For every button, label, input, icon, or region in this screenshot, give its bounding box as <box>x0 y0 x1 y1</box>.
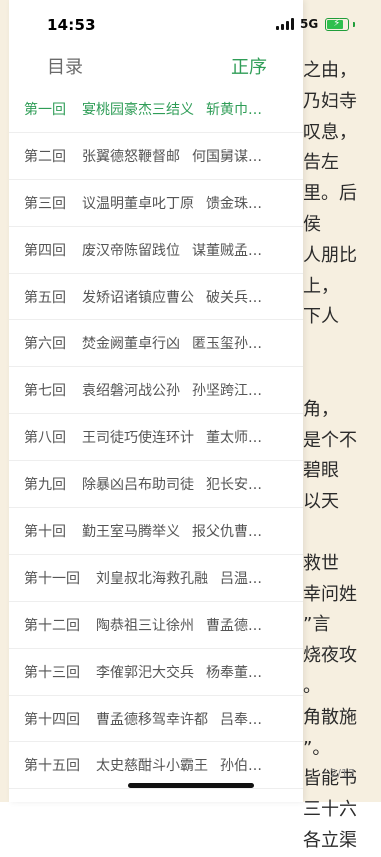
chapter-item[interactable]: 第十四回 曹孟德移驾幸许都 吕奉… <box>9 696 303 743</box>
chapter-number: 第三回 <box>24 195 66 212</box>
reader-line: ”。 <box>303 737 331 759</box>
chapter-item[interactable]: 第九回 除暴凶吕布助司徒 犯长安… <box>9 461 303 509</box>
chapter-item[interactable]: 第八回 王司徒巧使连环计 董太师… <box>9 414 303 462</box>
chapter-number: 第七回 <box>24 383 66 400</box>
chapter-number: 第十三回 <box>24 664 80 681</box>
reader-line <box>303 333 381 364</box>
sort-order-button[interactable]: 正序 <box>231 53 267 79</box>
chapter-title-first: 除暴凶吕布助司徒 <box>82 477 194 494</box>
chapter-title-second: 吕温… <box>220 570 262 587</box>
chapter-title-first: 张翼德怒鞭督邮 <box>82 148 180 165</box>
chapter-number: 第十四回 <box>24 711 80 728</box>
chapter-title-first: 太史慈酣斗小霸王 <box>96 758 208 775</box>
reader-line: 是个不 <box>303 429 357 451</box>
status-bar: 14:53 5G ⚡ <box>0 0 381 46</box>
status-icons: 5G ⚡ <box>276 16 356 32</box>
reader-line: 角散施 <box>303 706 357 728</box>
chapter-item[interactable]: 第一回 宴桃园豪杰三结义 斩黄巾… <box>9 86 303 133</box>
reader-line: 角， <box>303 398 339 420</box>
chapter-number: 第十一回 <box>24 570 80 587</box>
chapter-title-second: 斩黄巾… <box>206 101 262 118</box>
battery-icon: ⚡ <box>325 17 350 31</box>
chapter-title-second: 犯长安… <box>206 477 262 494</box>
chapter-number: 第十回 <box>24 523 66 540</box>
reader-line: 之由， <box>303 60 357 81</box>
reader-line: 各立渠 <box>303 829 357 851</box>
home-indicator <box>128 783 254 788</box>
chapter-title-second: 何国舅谋… <box>192 148 262 165</box>
toc-title: 目录 <box>47 57 83 78</box>
chapter-item[interactable]: 第四回 废汉帝陈留践位 谋董贼孟… <box>9 227 303 274</box>
reader-line: 里。后 <box>303 183 357 205</box>
reader-line: 告左 <box>303 152 339 174</box>
reader-line: 三十六 <box>303 799 357 821</box>
chapter-item[interactable]: 第二回 张翼德怒鞭督邮 何国舅谋… <box>9 133 303 180</box>
reader-line: 碧眼 <box>303 460 339 482</box>
chapter-item[interactable]: 第十回 勤王室马腾举义 报父仇曹… <box>9 508 303 555</box>
status-time: 14:53 <box>47 16 96 34</box>
reader-line: ”言 <box>303 614 331 636</box>
reader-line: 下人 <box>303 306 339 328</box>
chapter-title-first: 发矫诏诸镇应曹公 <box>82 289 194 306</box>
chapter-title-first: 袁绍磐河战公孙 <box>82 383 180 400</box>
chapter-number: 第十二回 <box>24 617 80 634</box>
chapter-item[interactable]: 第三回 议温明董卓叱丁原 馈金珠… <box>9 180 303 227</box>
chapter-title-second: 孙坚跨江… <box>192 383 262 400</box>
chapter-title-first: 议温明董卓叱丁原 <box>82 195 194 212</box>
page-indicator: 2/12 <box>330 767 355 780</box>
chapter-title-second: 杨奉董… <box>206 664 262 681</box>
chapter-title-first: 废汉帝陈留践位 <box>82 242 180 259</box>
chapter-list: 第一回 宴桃园豪杰三结义 斩黄巾… 第二回 张翼德怒鞭督邮 何国舅谋… 第三回 议温明董卓叱丁… <box>9 86 303 790</box>
chapter-item[interactable]: 第六回 焚金阙董卓行凶 匿玉玺孙… <box>9 320 303 368</box>
reader-text: 之由， 乃妇寺叹息， 告左里。后 侯人朋比上， 下人角， 是个不 碧眼 以天救世幸问姓 ”… <box>303 56 381 857</box>
chapter-title-first: 宴桃园豪杰三结义 <box>82 101 194 118</box>
toc-header: 目录 正序 <box>9 46 303 86</box>
chapter-title-second: 吕奉… <box>220 711 262 728</box>
reader-line: 烧夜攻 <box>303 645 357 667</box>
reader-line: 救世 <box>303 552 339 574</box>
reader-line: 人朋比 <box>303 244 357 266</box>
chapter-title-second: 董太师… <box>206 430 262 447</box>
chapter-number: 第二回 <box>24 148 66 165</box>
chapter-item[interactable]: 第十一回 刘皇叔北海救孔融 吕温… <box>9 555 303 602</box>
chapter-title-second: 馈金珠… <box>206 195 262 212</box>
reader-line: 以天 <box>303 491 339 513</box>
chapter-title-second: 曹孟德… <box>206 617 262 634</box>
chapter-title-first: 刘皇叔北海救孔融 <box>96 570 208 587</box>
chapter-item[interactable]: 第十二回 陶恭祖三让徐州 曹孟德… <box>9 602 303 649</box>
network-type: 5G <box>300 17 319 31</box>
signal-icon <box>276 18 294 30</box>
chapter-item[interactable]: 第七回 袁绍磐河战公孙 孙坚跨江… <box>9 367 303 415</box>
chapter-title-second: 孙伯… <box>220 758 262 775</box>
chapter-item[interactable]: 第五回 发矫诏诸镇应曹公 破关兵… <box>9 274 303 321</box>
reader-line: 。 <box>303 675 321 697</box>
chapter-number: 第九回 <box>24 477 66 494</box>
reader-line: 叹息， <box>303 121 357 143</box>
chapter-title-first: 王司徒巧使连环计 <box>82 430 194 447</box>
chapter-title-first: 李傕郭汜大交兵 <box>96 664 194 681</box>
chapter-title-first: 焚金阙董卓行凶 <box>82 336 180 353</box>
chapter-title-second: 报父仇曹… <box>192 523 262 540</box>
reader-line: 乃妇寺 <box>303 90 357 112</box>
chapter-number: 第五回 <box>24 289 66 306</box>
chapter-title-first: 勤王室马腾举义 <box>82 523 180 540</box>
reader-line: 侯 <box>303 213 321 235</box>
chapter-number: 第八回 <box>24 430 66 447</box>
chapter-title-second: 破关兵… <box>206 289 262 306</box>
chapter-number: 第六回 <box>24 336 66 353</box>
chapter-title-second: 匿玉玺孙… <box>192 336 262 353</box>
reader-line <box>303 518 381 549</box>
chapter-title-second: 谋董贼孟… <box>192 242 262 259</box>
reader-line <box>303 364 381 395</box>
reader-line: 幸问姓 <box>303 583 357 605</box>
battery-tip <box>353 21 356 27</box>
chapter-item[interactable]: 第十三回 李傕郭汜大交兵 杨奉董… <box>9 649 303 696</box>
chapter-number: 第四回 <box>24 242 66 259</box>
reader-line: 上， <box>303 275 339 297</box>
chapter-number: 第一回 <box>24 101 66 118</box>
chapter-title-first: 曹孟德移驾幸许都 <box>96 711 208 728</box>
chapter-number: 第十五回 <box>24 758 80 775</box>
chapter-title-first: 陶恭祖三让徐州 <box>96 617 194 634</box>
